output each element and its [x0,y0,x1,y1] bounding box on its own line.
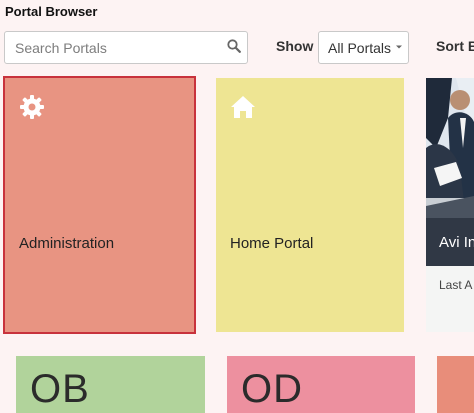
chevron-down-icon [396,45,402,49]
portal-tile-administration[interactable]: Administration [3,76,196,334]
gear-icon [20,95,44,119]
search-icon[interactable] [227,39,241,53]
show-label: Show [276,38,314,54]
portal-tile-partial[interactable] [437,356,474,413]
page-title: Portal Browser [5,4,98,19]
show-select[interactable]: All Portals [318,31,409,64]
search-box[interactable] [4,31,248,64]
tile-meta: Last A [439,278,473,292]
tile-label: Administration [19,235,115,252]
tile-abbreviation: OD [241,367,303,411]
portal-tile-od[interactable]: OD [227,356,415,413]
portal-tile-home[interactable]: Home Portal [216,78,404,332]
show-select-value: All Portals [328,40,392,56]
search-input[interactable] [15,32,215,63]
tile-label: Avi In [439,234,474,251]
tile-abbreviation: OB [30,367,90,411]
sort-label: Sort B [436,38,474,54]
tile-label: Home Portal [230,235,314,252]
home-icon [231,96,255,118]
portal-tile-ob[interactable]: OB [16,356,205,413]
portal-tile-avi[interactable]: Avi In Last A [426,78,474,332]
